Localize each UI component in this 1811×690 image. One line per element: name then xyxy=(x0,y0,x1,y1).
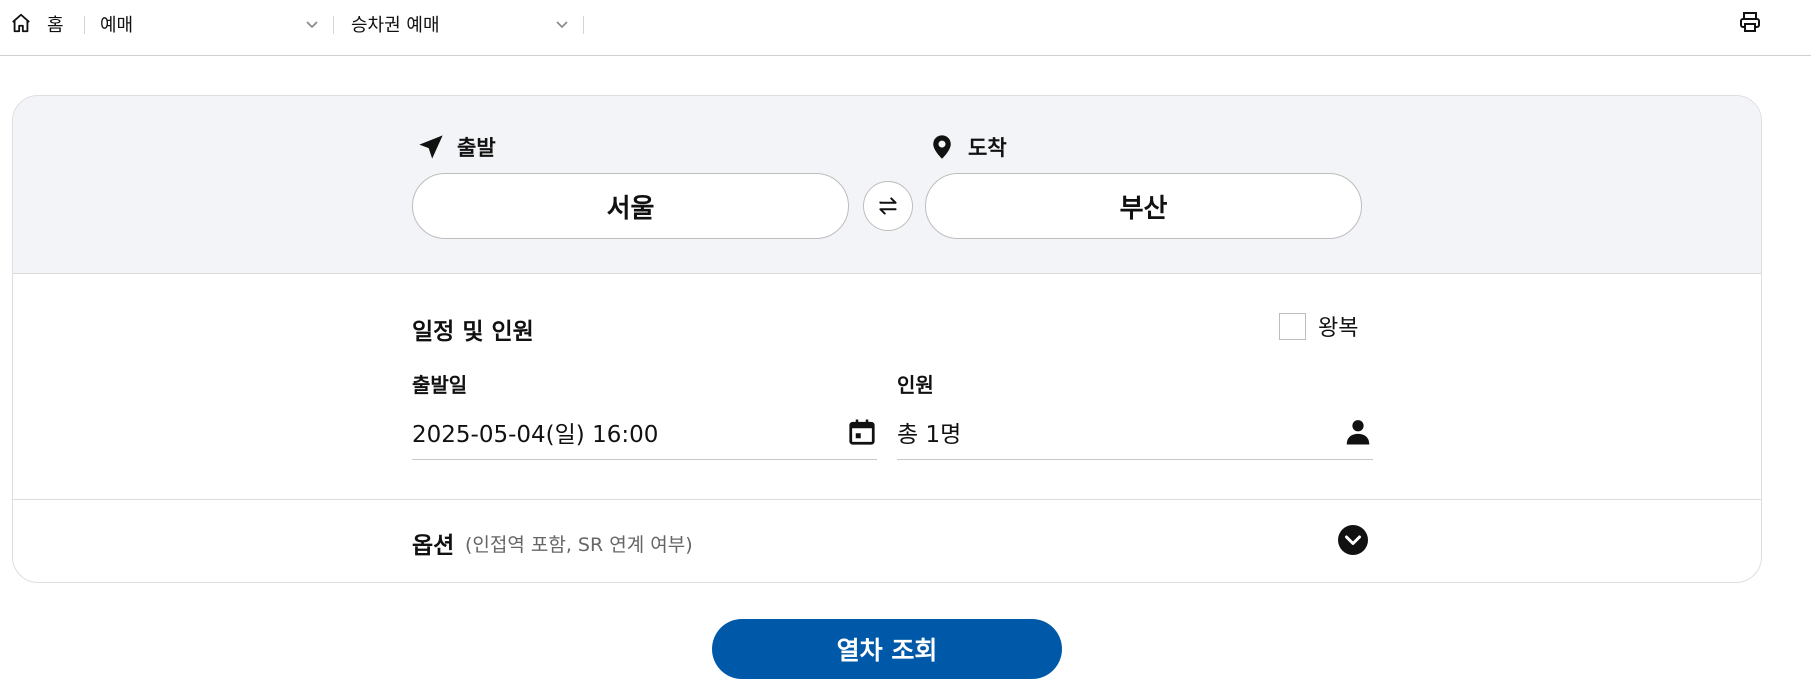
chevron-down-icon[interactable] xyxy=(554,16,570,32)
swap-icon xyxy=(879,197,897,215)
arrival-label-text: 도착 xyxy=(968,136,1007,160)
departure-label: 출발 xyxy=(417,132,496,162)
breadcrumb-home[interactable]: 홈 xyxy=(47,11,64,37)
schedule-section: 일정 및 인원 왕복 출발일 2025-05-04(일) 16:00 인원 총 … xyxy=(13,274,1761,500)
person-icon[interactable] xyxy=(1343,417,1373,447)
map-pin-icon xyxy=(933,135,951,159)
roundtrip-toggle[interactable]: 왕복 xyxy=(1279,310,1358,342)
date-label: 출발일 xyxy=(412,373,468,397)
navigation-arrow-icon xyxy=(419,135,443,159)
passenger-label: 인원 xyxy=(897,373,934,397)
roundtrip-checkbox[interactable] xyxy=(1279,312,1306,340)
chevron-down-icon[interactable] xyxy=(304,16,320,32)
arrival-station-button[interactable]: 부산 xyxy=(925,173,1362,239)
route-section: 출발 서울 도착 부산 xyxy=(13,96,1761,274)
breadcrumb-bar: 홈 예매 승차권 예매 xyxy=(0,0,1811,56)
departure-label-text: 출발 xyxy=(457,136,496,160)
breadcrumb-ticket-reservation[interactable]: 승차권 예매 xyxy=(351,11,440,37)
schedule-title: 일정 및 인원 xyxy=(412,319,534,345)
reservation-card: 출발 서울 도착 부산 일정 및 인원 왕복 출발일 2025-05-04(일)… xyxy=(12,95,1762,583)
calendar-icon[interactable] xyxy=(847,417,877,447)
divider xyxy=(583,16,584,34)
options-subtitle: (인접역 포함, SR 연계 여부) xyxy=(465,534,693,556)
departure-station-button[interactable]: 서울 xyxy=(412,173,849,239)
chevron-circle-down-icon[interactable] xyxy=(1337,524,1369,556)
arrival-label: 도착 xyxy=(928,132,1007,162)
date-field[interactable]: 2025-05-04(일) 16:00 xyxy=(412,404,877,460)
options-section[interactable]: 옵션 (인접역 포함, SR 연계 여부) xyxy=(13,500,1761,582)
search-trains-button[interactable]: 열차 조회 xyxy=(712,619,1062,679)
passenger-field[interactable]: 총 1명 xyxy=(897,404,1373,460)
swap-stations-button[interactable] xyxy=(863,181,913,231)
print-icon[interactable] xyxy=(1738,10,1762,34)
divider xyxy=(333,16,334,34)
date-value: 2025-05-04(일) 16:00 xyxy=(412,421,659,448)
passenger-value: 총 1명 xyxy=(897,421,962,448)
roundtrip-label: 왕복 xyxy=(1318,316,1359,341)
home-icon[interactable] xyxy=(10,12,32,34)
breadcrumb-reservation[interactable]: 예매 xyxy=(100,11,133,37)
options-title: 옵션 xyxy=(412,533,455,559)
divider xyxy=(84,16,85,34)
